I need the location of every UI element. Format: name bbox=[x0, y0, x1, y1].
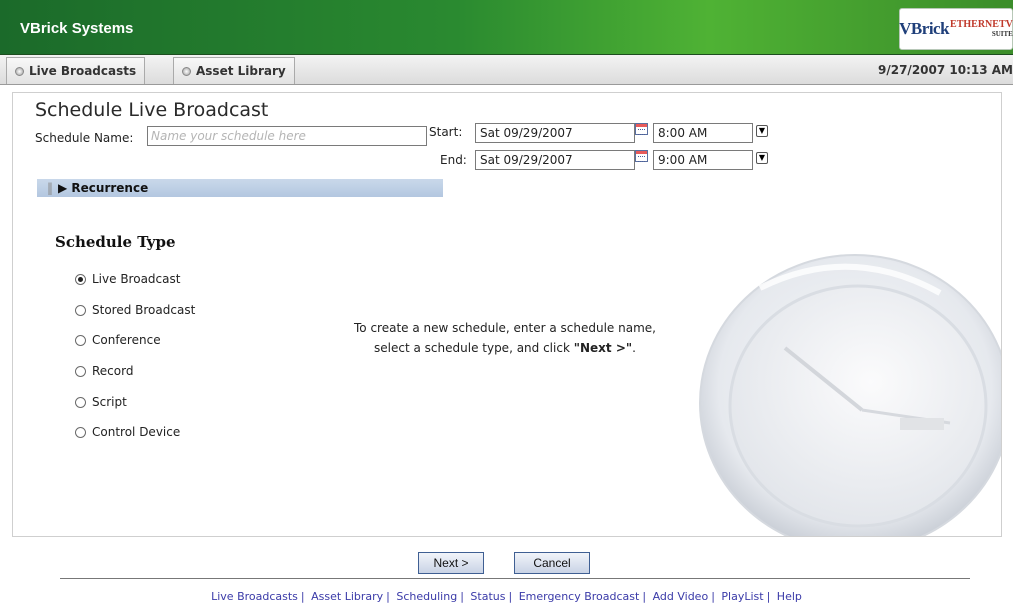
radio-button[interactable] bbox=[75, 273, 86, 285]
radio-label: Record bbox=[92, 364, 134, 378]
start-time-spin-icon[interactable]: ▼ bbox=[756, 125, 768, 137]
tab-label: Live Broadcasts bbox=[29, 64, 137, 78]
instructions-line-1: To create a new schedule, enter a schedu… bbox=[354, 321, 656, 335]
vbrick-logo: VBrick ETHERNETV SUITE bbox=[899, 8, 1013, 50]
footer-link-add-video[interactable]: Add Video bbox=[653, 590, 709, 603]
recurrence-label: Recurrence bbox=[71, 181, 149, 195]
radio-label: Live Broadcast bbox=[92, 272, 181, 286]
footer-separator: | bbox=[508, 590, 513, 603]
tab-live-broadcasts[interactable]: Live Broadcasts bbox=[6, 57, 146, 84]
tab-bullet-icon bbox=[15, 66, 24, 76]
logo-suffix: ETHERNETV bbox=[950, 19, 1013, 30]
radio-label: Control Device bbox=[92, 425, 181, 439]
brand-title: VBrick Systems bbox=[20, 20, 134, 37]
end-date-field[interactable]: Sat 09/29/2007 bbox=[475, 150, 635, 170]
start-time-field[interactable]: 8:00 AM bbox=[653, 123, 753, 143]
radio-script[interactable]: Script bbox=[75, 395, 127, 409]
end-label: End: bbox=[440, 153, 467, 167]
tab-asset-library[interactable]: Asset Library bbox=[173, 57, 295, 84]
radio-label: Script bbox=[92, 395, 127, 409]
start-label: Start: bbox=[429, 125, 463, 139]
radio-button[interactable] bbox=[75, 334, 86, 346]
radio-label: Conference bbox=[92, 333, 161, 347]
radio-button[interactable] bbox=[75, 426, 86, 438]
footer-separator: | bbox=[300, 590, 305, 603]
end-time-spin-icon[interactable]: ▼ bbox=[756, 152, 768, 164]
instructions-text: To create a new schedule, enter a schedu… bbox=[325, 318, 685, 358]
radio-button[interactable] bbox=[75, 304, 86, 316]
radio-live-broadcast[interactable]: Live Broadcast bbox=[75, 272, 180, 286]
app-header: VBrick Systems VBrick ETHERNETV SUITE bbox=[0, 0, 1013, 55]
logo-main: VBrick bbox=[899, 19, 950, 38]
instructions-bold: "Next >" bbox=[573, 341, 633, 355]
recurrence-toggle[interactable]: ‖ ▶ Recurrence bbox=[37, 179, 443, 197]
tab-bar: Live Broadcasts Asset Library bbox=[0, 55, 1013, 85]
start-date-field[interactable]: Sat 09/29/2007 bbox=[475, 123, 635, 143]
radio-conference[interactable]: Conference bbox=[75, 333, 161, 347]
footer-link-asset-library[interactable]: Asset Library bbox=[311, 590, 383, 603]
radio-button[interactable] bbox=[75, 365, 86, 377]
cancel-button[interactable]: Cancel bbox=[514, 552, 590, 574]
current-datetime: 9/27/2007 10:13 AM bbox=[878, 63, 1013, 77]
logo-sub: SUITE bbox=[991, 30, 1013, 38]
footer-link-scheduling[interactable]: Scheduling bbox=[396, 590, 457, 603]
instructions-line-2: select a schedule type, and click "Next … bbox=[325, 338, 685, 358]
footer-separator: | bbox=[766, 590, 771, 603]
radio-label: Stored Broadcast bbox=[92, 303, 196, 317]
footer-link-emergency-broadcast[interactable]: Emergency Broadcast bbox=[519, 590, 640, 603]
calendar-icon[interactable] bbox=[635, 150, 648, 162]
next-button[interactable]: Next > bbox=[418, 552, 484, 574]
radio-record[interactable]: Record bbox=[75, 364, 133, 378]
instructions-prefix: select a schedule type, and click bbox=[374, 341, 570, 355]
footer-separator: | bbox=[386, 590, 390, 603]
logo-suffix-wrap: ETHERNETV SUITE bbox=[949, 19, 1013, 39]
footer-link-live-broadcasts[interactable]: Live Broadcasts bbox=[211, 590, 298, 603]
schedule-name-input[interactable] bbox=[147, 126, 427, 146]
watch-illustration bbox=[699, 254, 1001, 536]
schedule-panel: Schedule Live Broadcast Schedule Name: S… bbox=[12, 92, 1002, 537]
radio-stored-broadcast[interactable]: Stored Broadcast bbox=[75, 303, 195, 317]
expand-arrow-icon: ▶ bbox=[58, 181, 68, 195]
footer-separator: | bbox=[711, 590, 715, 603]
end-time-field[interactable]: 9:00 AM bbox=[653, 150, 753, 170]
schedule-name-label: Schedule Name: bbox=[35, 131, 134, 145]
footer-separator: | bbox=[642, 590, 647, 603]
footer-nav: Live Broadcasts | Asset Library | Scheduli… bbox=[0, 590, 1013, 603]
footer-separator: | bbox=[460, 590, 464, 603]
footer-divider bbox=[60, 578, 970, 579]
footer-link-help[interactable]: Help bbox=[777, 590, 802, 603]
footer-link-status[interactable]: Status bbox=[470, 590, 505, 603]
schedule-type-heading: Schedule Type bbox=[55, 233, 176, 251]
radio-control-device[interactable]: Control Device bbox=[75, 425, 180, 439]
instructions-suffix: . bbox=[632, 341, 636, 355]
page-title: Schedule Live Broadcast bbox=[35, 99, 269, 121]
tab-bullet-icon bbox=[182, 66, 191, 76]
radio-button[interactable] bbox=[75, 396, 86, 408]
footer-link-playlist[interactable]: PlayList bbox=[721, 590, 763, 603]
tab-label: Asset Library bbox=[196, 64, 286, 78]
calendar-icon[interactable] bbox=[635, 123, 648, 135]
grip-icon: ‖ bbox=[47, 181, 53, 195]
